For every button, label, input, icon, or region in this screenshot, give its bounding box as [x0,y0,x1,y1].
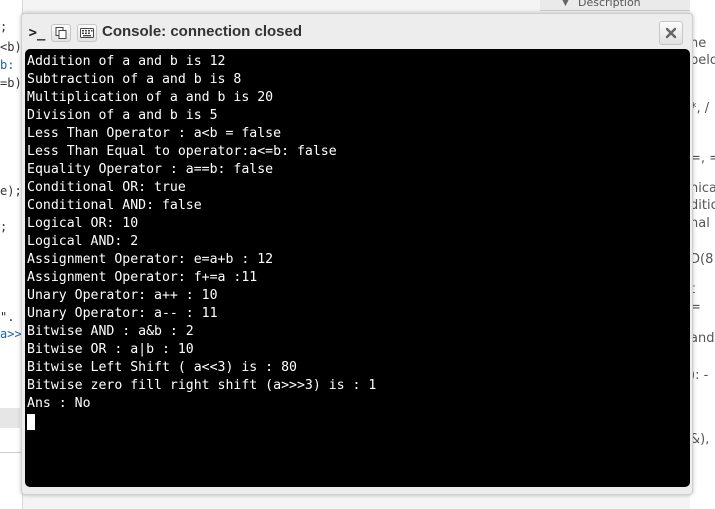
terminal-line: Multiplication of a and b is 20 [27,90,274,105]
terminal-line: Unary Operator: a++ : 10 [27,288,218,303]
code-fragment: a>> [0,327,22,341]
terminal-output[interactable]: Addition of a and b is 12 Subtraction of… [25,49,690,487]
code-fragment: e); [0,184,22,198]
code-fragment: ; [0,220,8,234]
text-fragment: =, = [690,151,715,166]
terminal-cursor-line [27,413,690,431]
text-fragment: belo [690,53,715,68]
background-description-panel: ne belo *, / =, = nica ditio nal D(8 t =… [690,0,715,509]
terminal-line: Less Than Operator : a<b = false [27,126,282,141]
description-panel-header[interactable]: ▼ Description [540,0,715,11]
code-fragment: b: [0,58,15,72]
collapse-triangle-icon: ▼ [562,0,569,8]
terminal-line: Bitwise Left Shift ( a<<3) is : 80 [27,360,297,375]
terminal-line: Bitwise zero fill right shift (a>>>3) is… [27,378,377,393]
terminal-line: Subtraction of a and b is 8 [27,72,242,87]
terminal-line: Assignment Operator: f+=a :11 [27,270,258,285]
console-title: Console: connection closed [102,23,303,40]
terminal-line: Unary Operator: a-- : 11 [27,306,218,321]
terminal-line: Bitwise OR : a|b : 10 [27,342,194,357]
keyboard-icon[interactable] [77,24,97,42]
text-fragment: nica [690,181,715,196]
terminal-line: Logical OR: 10 [27,216,139,231]
console-titlebar[interactable]: >_ Console: connection closed [22,14,692,50]
copy-icon[interactable] [51,24,71,42]
terminal-cursor [27,414,35,430]
close-button[interactable] [659,21,683,45]
background-code-editor: ; <b) b: =b) e); ; ". a>> [0,0,23,509]
text-fragment: and [690,331,715,346]
terminal-line: Ans : No [27,396,91,411]
code-fragment: =b) [0,76,22,90]
text-fragment: ditio [690,198,715,213]
console-window: >_ Console: connection closed Addition o… [21,13,693,495]
description-label: Description [578,0,641,9]
terminal-line: Assignment Operator: e=a+b : 12 [27,252,274,267]
terminal-line: Conditional OR: true [27,180,186,195]
terminal-line: Bitwise AND : a&b : 2 [27,324,194,339]
text-fragment: D(8 [690,252,714,267]
divider [0,452,22,453]
terminal-line: Division of a and b is 5 [27,108,218,123]
terminal-line: Conditional AND: false [27,198,202,213]
horizontal-scrollbar[interactable] [0,408,20,428]
terminal-line: Logical AND: 2 [27,234,139,249]
code-fragment: <b) [0,40,22,54]
console-prompt-icon: >_ [28,25,46,41]
terminal-line: Addition of a and b is 12 [27,54,226,69]
code-fragment: ; [0,20,8,34]
code-fragment: ". [0,310,15,324]
close-icon [665,27,677,39]
terminal-line: Equality Operator : a==b: false [27,162,274,177]
terminal-line: Less Than Equal to operator:a<=b: false [27,144,337,159]
